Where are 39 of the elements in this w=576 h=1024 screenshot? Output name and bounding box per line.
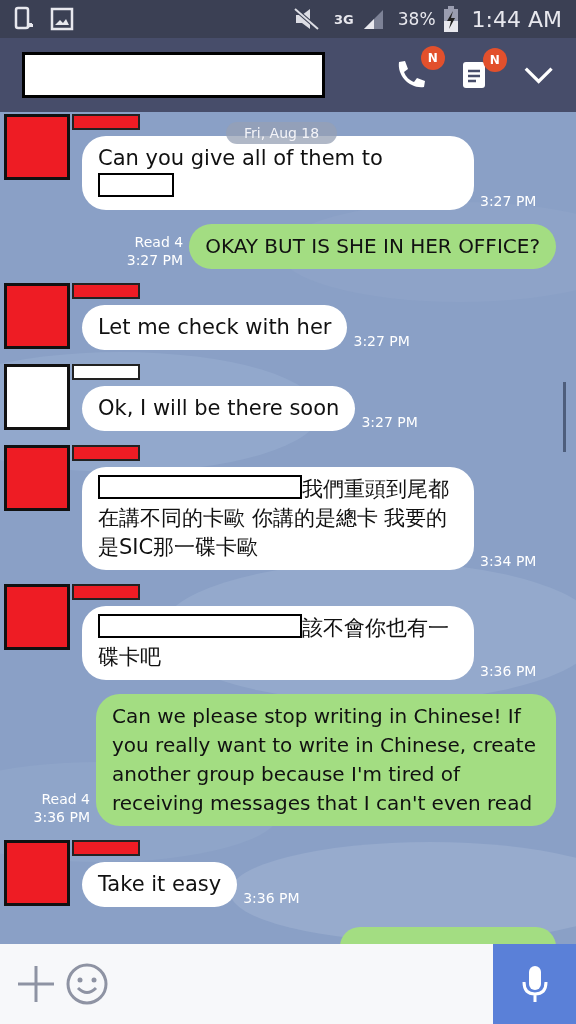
name-redaction <box>72 445 140 461</box>
clock: 1:44 AM <box>471 6 562 32</box>
name-redaction <box>72 840 140 856</box>
message-text: Take it easy <box>98 871 222 898</box>
notification-badge: N <box>482 48 507 72</box>
voice-button[interactable] <box>493 944 576 1024</box>
message-bubble: OKAY BUT IS SHE IN HER OFFICE? <box>189 224 556 269</box>
emoji-icon[interactable] <box>66 963 108 1005</box>
date-label: Fri, Aug 18 <box>226 122 338 144</box>
message-time: 3:36 PM <box>480 662 537 680</box>
battery-charging-icon <box>443 6 458 32</box>
read-receipt: Read 4 <box>41 790 90 808</box>
chevron-down-icon[interactable] <box>522 65 554 85</box>
name-redaction <box>72 283 140 299</box>
message-bubble: Can we please stop writing in Chinese! If you really want to write in Chinese, create another group because I'm tired of receiving messages that I can't even read <box>96 694 556 826</box>
message-text: Can you give all of them to <box>98 144 458 202</box>
read-receipt: Read 4 <box>134 233 184 251</box>
name-redaction <box>72 584 140 600</box>
message-text: Ok, I will be there soon <box>98 395 340 422</box>
message-text: Let me check with her <box>98 314 332 341</box>
message-time: 3:27 PM <box>353 332 410 350</box>
message-time: 3:27 PM <box>361 413 418 431</box>
scrollbar <box>563 382 566 452</box>
message-time: 3:34 PM <box>480 552 537 570</box>
name-redaction <box>72 114 140 130</box>
name-redaction <box>72 364 140 380</box>
battery-percent: 38% <box>397 9 436 29</box>
network-label: 3G <box>334 11 354 27</box>
image-icon <box>50 7 74 31</box>
phone-rotate-icon <box>14 6 36 32</box>
notification-badge: N <box>420 46 445 70</box>
message-time: 3:27 PM <box>480 192 537 210</box>
plus-icon[interactable] <box>16 964 56 1004</box>
mute-icon <box>292 7 321 31</box>
message-time: 3:27 PM <box>126 251 184 269</box>
message-time: 3:36 PM <box>33 808 90 826</box>
message-text: 該不會你也有一碟卡吧 <box>98 614 450 671</box>
message-time: 3:36 PM <box>243 889 300 907</box>
message-text: 我們重頭到尾都在講不同的卡歐 你講的是總卡 我要的是SIC那一碟卡歐 <box>98 475 450 561</box>
